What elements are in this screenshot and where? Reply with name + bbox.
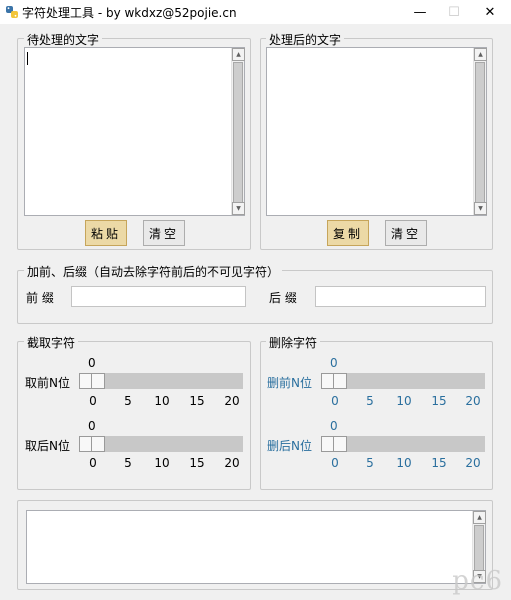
tick-label: 20 <box>465 394 481 408</box>
close-icon: ✕ <box>484 4 496 20</box>
tick-label: 15 <box>189 456 205 470</box>
scroll-up-arrow-icon[interactable]: ▲ <box>473 511 486 524</box>
paste-button[interactable]: 粘贴 <box>85 220 127 246</box>
input-scrollbar[interactable]: ▲ ▼ <box>231 48 245 215</box>
scroll-down-arrow-icon[interactable]: ▼ <box>232 202 245 215</box>
log-textarea[interactable]: ▲ ▼ <box>26 510 486 584</box>
thumb-grip <box>333 374 334 388</box>
delete-first-slider[interactable] <box>321 373 485 389</box>
text-caret <box>27 52 28 65</box>
prefix-input[interactable] <box>71 286 246 307</box>
title-bar: 字符处理工具 - by wkdxz@52pojie.cn — ☐ ✕ <box>0 0 511 24</box>
tick-label: 0 <box>331 456 339 470</box>
prefix-label: 前 缀 <box>26 291 54 305</box>
take-last-slider-thumb[interactable] <box>79 436 105 452</box>
truncate-group-title: 截取字符 <box>24 334 79 351</box>
thumb-grip <box>333 437 334 451</box>
tick-label: 20 <box>224 456 240 470</box>
take-first-slider-thumb[interactable] <box>79 373 105 389</box>
tick-label: 10 <box>396 394 412 408</box>
delete-last-slider-thumb[interactable] <box>321 436 347 452</box>
tick-label: 20 <box>465 456 481 470</box>
delete-last-value: 0 <box>330 419 338 433</box>
tick-label: 20 <box>224 394 240 408</box>
affix-group-title: 加前、后缀（自动去除字符前后的不可见字符） <box>24 263 283 280</box>
thumb-grip <box>91 374 92 388</box>
scroll-thumb[interactable] <box>474 525 484 571</box>
tick-label: 10 <box>154 394 170 408</box>
suffix-label: 后 缀 <box>269 291 297 305</box>
take-last-value: 0 <box>88 419 96 433</box>
delete-group-title: 删除字符 <box>266 334 321 351</box>
take-first-label: 取前N位 <box>25 376 70 390</box>
tick-label: 10 <box>154 456 170 470</box>
take-last-slider[interactable] <box>79 436 243 452</box>
maximize-button: ☐ <box>437 0 471 24</box>
tick-label: 5 <box>366 394 374 408</box>
scroll-up-arrow-icon[interactable]: ▲ <box>474 48 487 61</box>
clear-input-button[interactable]: 清空 <box>143 220 185 246</box>
tick-label: 5 <box>124 394 132 408</box>
scroll-thumb[interactable] <box>475 62 485 203</box>
tick-label: 5 <box>366 456 374 470</box>
tick-label: 15 <box>431 456 447 470</box>
tick-label: 0 <box>89 456 97 470</box>
window-title: 字符处理工具 - by wkdxz@52pojie.cn <box>22 6 237 20</box>
delete-first-label: 删前N位 <box>267 376 312 390</box>
take-first-value: 0 <box>88 356 96 370</box>
tick-label: 0 <box>331 394 339 408</box>
output-scrollbar[interactable]: ▲ ▼ <box>473 48 487 215</box>
maximize-icon: ☐ <box>448 4 460 20</box>
close-button[interactable]: ✕ <box>473 0 507 24</box>
tick-label: 10 <box>396 456 412 470</box>
tick-label: 5 <box>124 456 132 470</box>
scroll-thumb[interactable] <box>233 62 243 203</box>
input-group-title: 待处理的文字 <box>24 31 103 48</box>
thumb-grip <box>91 437 92 451</box>
tick-label: 0 <box>89 394 97 408</box>
scroll-down-arrow-icon[interactable]: ▼ <box>474 202 487 215</box>
delete-last-slider[interactable] <box>321 436 485 452</box>
suffix-input[interactable] <box>315 286 486 307</box>
clear-output-button[interactable]: 清空 <box>385 220 427 246</box>
output-textarea[interactable]: ▲ ▼ <box>266 47 487 216</box>
take-last-label: 取后N位 <box>25 439 70 453</box>
take-first-slider[interactable] <box>79 373 243 389</box>
delete-last-label: 删后N位 <box>267 439 312 453</box>
tick-label: 15 <box>189 394 205 408</box>
copy-button[interactable]: 复制 <box>327 220 369 246</box>
python-app-icon <box>6 6 18 18</box>
scroll-up-arrow-icon[interactable]: ▲ <box>232 48 245 61</box>
watermark-logo: pc6 <box>452 566 503 596</box>
delete-first-value: 0 <box>330 356 338 370</box>
tick-label: 15 <box>431 394 447 408</box>
input-textarea[interactable]: ▲ ▼ <box>24 47 245 216</box>
minimize-icon: — <box>413 4 427 20</box>
delete-first-slider-thumb[interactable] <box>321 373 347 389</box>
output-group-title: 处理后的文字 <box>266 31 345 48</box>
minimize-button[interactable]: — <box>403 0 437 24</box>
